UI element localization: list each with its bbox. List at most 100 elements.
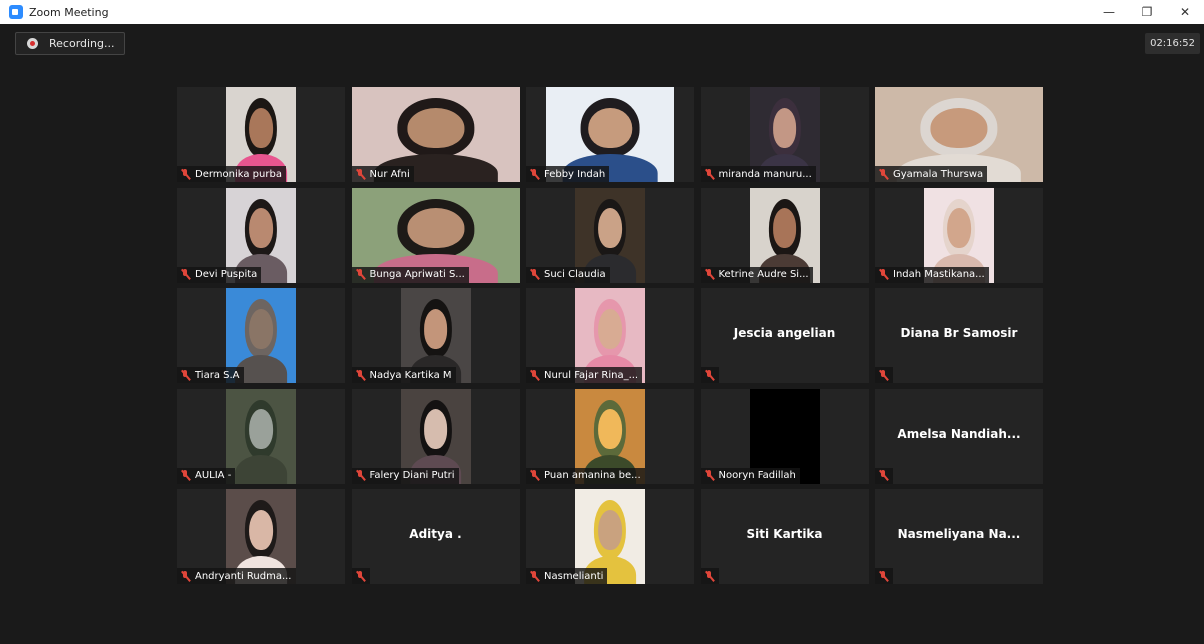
participant-name-tag: miranda manuru... (700, 166, 816, 182)
recording-indicator[interactable]: Recording... (15, 32, 125, 55)
meeting-timer: 02:16:52 (1145, 33, 1200, 54)
participant-name: Falery Diani Putri (369, 470, 455, 481)
participant-tile[interactable]: Jescia angelian (700, 288, 869, 383)
participant-face (249, 409, 273, 450)
participant-name-tag (700, 367, 719, 383)
muted-mic-icon (878, 470, 889, 481)
muted-mic-icon (180, 369, 191, 381)
participant-display-name: Jescia angelian (733, 326, 836, 340)
muted-mic-icon (704, 168, 715, 180)
participant-face (598, 409, 622, 450)
muted-mic-icon (529, 570, 540, 582)
participant-name: Nooryn Fadillah (718, 470, 796, 481)
participant-name: miranda manuru... (718, 168, 812, 180)
participant-name-tag (875, 467, 893, 484)
participant-tile[interactable]: Tiara S.A (177, 288, 345, 383)
muted-mic-icon (704, 269, 715, 280)
participant-tile[interactable]: Nadya Kartika M (351, 288, 520, 383)
participant-face (598, 208, 622, 249)
participant-face (947, 208, 971, 249)
participant-name: Suci Claudia (544, 269, 606, 280)
participant-name-tag: Nur Afni (351, 166, 414, 182)
muted-mic-icon (704, 369, 715, 381)
muted-mic-icon (878, 369, 889, 381)
participant-name-tag: Tiara S.A (177, 367, 244, 383)
participant-tile[interactable]: Nooryn Fadillah (700, 388, 869, 484)
participant-tile[interactable]: Bunga Apriwati S... (351, 187, 520, 283)
participant-display-name: Aditya . (409, 527, 462, 541)
participant-name-tag: Nooryn Fadillah (700, 467, 800, 484)
participant-name-tag: Nadya Kartika M (351, 367, 456, 383)
participant-tile[interactable]: Siti Kartika (700, 489, 869, 584)
participant-tile[interactable]: Nurul Fajar Rina_... (526, 288, 694, 383)
participant-name-tag: Andryanti Rudma... (177, 568, 296, 584)
participant-name-tag (700, 568, 719, 584)
participant-tile[interactable]: Andryanti Rudma... (177, 489, 345, 584)
participant-name: Ketrine Audre Si... (718, 269, 809, 280)
participant-tile[interactable]: Nasmelianti (526, 489, 694, 584)
participant-tile[interactable]: Amelsa Nandiah... (875, 388, 1043, 484)
participant-name: Tiara S.A (195, 369, 240, 381)
participant-tile[interactable]: miranda manuru... (700, 87, 869, 182)
participant-name-tag (875, 568, 893, 584)
participant-video (226, 388, 296, 484)
participant-body (235, 455, 287, 484)
participant-tile[interactable]: Ketrine Audre Si... (700, 187, 869, 283)
participant-tile[interactable]: Falery Diani Putri (351, 388, 520, 484)
participant-name: Puan amanina be... (544, 470, 641, 481)
participant-name-tag: Indah Mastikana... (875, 266, 989, 283)
zoom-app-icon (9, 5, 23, 19)
participant-face (772, 409, 797, 450)
participant-tile[interactable]: Puan amanina be... (526, 388, 694, 484)
muted-mic-icon (355, 369, 366, 381)
participant-display-name: Siti Kartika (746, 527, 823, 541)
participant-tile[interactable]: Nur Afni (351, 87, 520, 182)
participant-tile[interactable]: Nasmeliyana Na... (875, 489, 1043, 584)
muted-mic-icon (355, 470, 366, 481)
muted-mic-icon (180, 470, 191, 481)
participant-name: Dermonika purba (195, 168, 282, 180)
participant-tile[interactable]: Devi Puspita (177, 187, 345, 283)
minimize-button[interactable]: — (1090, 0, 1128, 24)
participant-tile[interactable]: Febby Indah (526, 87, 694, 182)
participant-tile[interactable]: Diana Br Samosir (875, 288, 1043, 383)
muted-mic-icon (355, 168, 366, 180)
participant-face (249, 107, 273, 148)
window-titlebar: Zoom Meeting — ❐ ✕ (0, 0, 1204, 24)
participant-face (423, 308, 448, 349)
window-title: Zoom Meeting (29, 5, 109, 19)
participant-name: Andryanti Rudma... (195, 570, 292, 582)
participant-tile[interactable]: Aditya . (351, 489, 520, 584)
participant-name: Devi Puspita (195, 269, 258, 280)
participant-face (249, 509, 273, 550)
participant-face (598, 509, 622, 550)
muted-mic-icon (355, 570, 366, 582)
participant-tile[interactable]: AULIA - (177, 388, 345, 484)
participant-name-tag: Falery Diani Putri (351, 467, 459, 484)
participant-display-name: Nasmeliyana Na... (897, 527, 1021, 541)
participant-name-tag: Devi Puspita (177, 266, 262, 283)
participant-face (406, 107, 465, 148)
muted-mic-icon (529, 269, 540, 280)
participant-name: AULIA - (195, 470, 232, 481)
participant-face (406, 208, 465, 249)
participant-name: Febby Indah (544, 168, 606, 180)
participant-name-tag: Nasmelianti (526, 568, 608, 584)
maximize-button[interactable]: ❐ (1128, 0, 1166, 24)
participant-name: Nadya Kartika M (369, 369, 452, 381)
participant-name-tag: Puan amanina be... (526, 467, 645, 484)
participant-tile[interactable]: Dermonika purba (177, 87, 345, 182)
participant-name-tag: Ketrine Audre Si... (700, 266, 813, 283)
participant-tile[interactable]: Indah Mastikana... (875, 187, 1043, 283)
participant-name: Nurul Fajar Rina_... (544, 369, 639, 381)
muted-mic-icon (529, 168, 540, 180)
participant-display-name: Diana Br Samosir (900, 326, 1018, 340)
muted-mic-icon (704, 470, 715, 481)
participant-tile[interactable]: Gyamala Thurswa (875, 87, 1043, 182)
participant-face (588, 107, 632, 148)
muted-mic-icon (180, 168, 191, 180)
close-button[interactable]: ✕ (1166, 0, 1204, 24)
participant-name: Nur Afni (369, 168, 410, 180)
participant-face (598, 308, 622, 349)
participant-tile[interactable]: Suci Claudia (526, 187, 694, 283)
